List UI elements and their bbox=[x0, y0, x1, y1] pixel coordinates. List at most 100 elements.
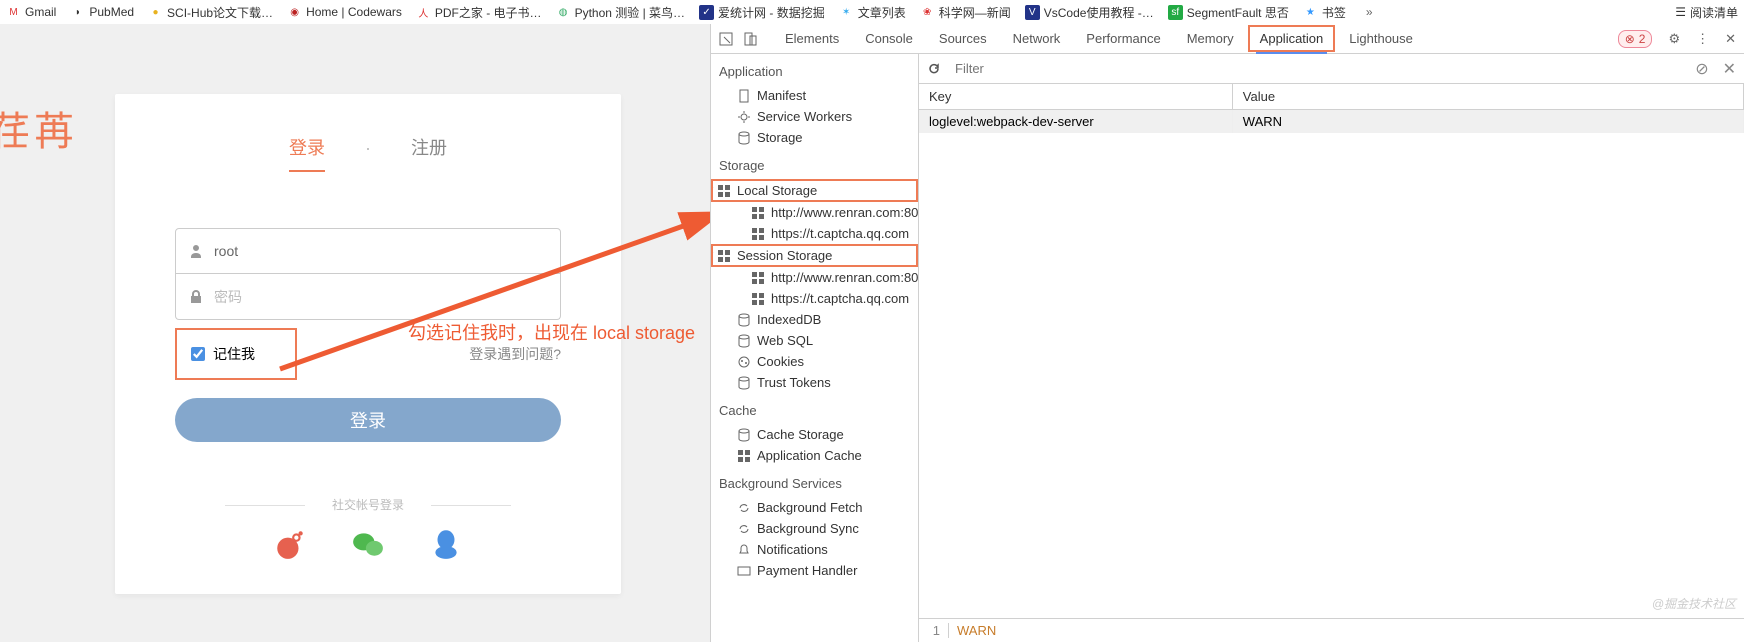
devtools-tab-performance[interactable]: Performance bbox=[1074, 25, 1172, 52]
brand-text: 荏苒 bbox=[0, 99, 78, 157]
list-icon: ☰ bbox=[1675, 5, 1686, 19]
bookmark-bar: MGmail ◗PubMed ●SCI-Hub论文下载… ◉Home | Cod… bbox=[0, 0, 1744, 24]
storage-table: Key Value loglevel:webpack-dev-server WA… bbox=[919, 84, 1744, 133]
bookmark-item[interactable]: ●SCI-Hub论文下载… bbox=[148, 4, 273, 21]
clear-icon[interactable]: ⊘ bbox=[1695, 59, 1708, 79]
document-icon bbox=[737, 89, 751, 103]
sync-icon bbox=[737, 501, 751, 515]
devtools-tab-elements[interactable]: Elements bbox=[773, 25, 851, 52]
remember-label: 记住我 bbox=[213, 344, 255, 364]
sidebar-cookies[interactable]: Cookies bbox=[711, 351, 918, 372]
bell-icon bbox=[737, 543, 751, 557]
bookmark-item[interactable]: ★书签 bbox=[1303, 4, 1346, 21]
sidebar-bg-fetch[interactable]: Background Fetch bbox=[711, 497, 918, 518]
wechat-icon[interactable] bbox=[351, 527, 385, 561]
username-input[interactable]: root bbox=[175, 228, 561, 274]
delete-icon[interactable]: ✕ bbox=[1723, 59, 1736, 79]
bookmark-item[interactable]: ◍Python 测验 | 菜鸟… bbox=[556, 4, 685, 21]
remember-me-checkbox[interactable]: 记住我 bbox=[175, 328, 297, 380]
qq-icon[interactable] bbox=[429, 527, 463, 561]
login-button[interactable]: 登录 bbox=[175, 398, 561, 442]
detail-value: WARN bbox=[949, 623, 996, 638]
bookmark-item[interactable]: ◉Home | Codewars bbox=[287, 5, 402, 20]
reading-list-button[interactable]: ☰阅读清单 bbox=[1675, 4, 1738, 21]
cell-value: WARN bbox=[1232, 110, 1743, 134]
gear-icon bbox=[737, 110, 751, 124]
grid-icon bbox=[751, 292, 765, 306]
auth-tabs: 登录 · 注册 bbox=[165, 134, 571, 172]
filter-input[interactable] bbox=[951, 57, 1685, 80]
section-storage: Storage bbox=[711, 148, 918, 179]
storage-detail: 1 WARN bbox=[919, 618, 1744, 642]
sidebar-service-workers[interactable]: Service Workers bbox=[711, 106, 918, 127]
section-bg-services: Background Services bbox=[711, 466, 918, 497]
more-icon[interactable]: ⋮ bbox=[1696, 31, 1709, 47]
username-value: root bbox=[214, 243, 238, 259]
remember-checkbox-input[interactable] bbox=[191, 347, 205, 361]
bookmark-item[interactable]: ✶文章列表 bbox=[839, 4, 906, 21]
sidebar-indexeddb[interactable]: IndexedDB bbox=[711, 309, 918, 330]
error-count-badge[interactable]: ⊗2 bbox=[1618, 30, 1653, 48]
sidebar-payment-handler[interactable]: Payment Handler bbox=[711, 560, 918, 581]
card-icon bbox=[737, 564, 751, 578]
close-icon[interactable]: ✕ bbox=[1725, 31, 1736, 47]
social-label: 社交帐号登录 bbox=[165, 496, 571, 513]
sidebar-app-cache[interactable]: Application Cache bbox=[711, 445, 918, 466]
weibo-icon[interactable] bbox=[273, 527, 307, 561]
devtools-tab-network[interactable]: Network bbox=[1001, 25, 1073, 52]
inspect-icon[interactable] bbox=[719, 32, 733, 46]
sidebar-trust-tokens[interactable]: Trust Tokens bbox=[711, 372, 918, 393]
user-icon bbox=[188, 243, 204, 259]
watermark: @掘金技术社区 bbox=[1652, 595, 1736, 612]
grid-icon bbox=[737, 449, 751, 463]
sidebar-local-storage-origin[interactable]: http://www.renran.com:808 bbox=[711, 202, 918, 223]
social-icons bbox=[165, 527, 571, 561]
bookmark-item[interactable]: VVsCode使用教程 -… bbox=[1025, 4, 1154, 21]
sidebar-local-storage-origin[interactable]: https://t.captcha.qq.com bbox=[711, 223, 918, 244]
sidebar-session-storage-origin[interactable]: https://t.captcha.qq.com bbox=[711, 288, 918, 309]
sidebar-notifications[interactable]: Notifications bbox=[711, 539, 918, 560]
bookmark-item[interactable]: sfSegmentFault 思否 bbox=[1168, 4, 1289, 21]
bookmark-overflow[interactable]: » bbox=[1366, 5, 1373, 19]
database-icon bbox=[737, 131, 751, 145]
sidebar-storage[interactable]: Storage bbox=[711, 127, 918, 148]
sync-icon bbox=[737, 522, 751, 536]
devtools-tab-application[interactable]: Application bbox=[1248, 25, 1336, 52]
bookmark-item[interactable]: ✓爱统计网 - 数据挖掘 bbox=[699, 4, 825, 21]
login-problem-link[interactable]: 登录遇到问题? bbox=[469, 344, 561, 364]
bookmark-item[interactable]: ◗PubMed bbox=[70, 5, 134, 20]
grid-icon bbox=[751, 271, 765, 285]
annotation-text: 勾选记住我时，出现在 local storage bbox=[408, 319, 695, 345]
table-row[interactable]: loglevel:webpack-dev-server WARN bbox=[919, 110, 1744, 134]
devtools-tab-lighthouse[interactable]: Lighthouse bbox=[1337, 25, 1425, 52]
sidebar-session-storage[interactable]: ▼Session Storage bbox=[711, 244, 918, 267]
grid-icon bbox=[751, 206, 765, 220]
sidebar-local-storage[interactable]: ▼Local Storage bbox=[711, 179, 918, 202]
device-toggle-icon[interactable] bbox=[743, 32, 757, 46]
devtools-tab-sources[interactable]: Sources bbox=[927, 25, 999, 52]
sidebar-manifest[interactable]: Manifest bbox=[711, 85, 918, 106]
tab-register[interactable]: 注册 bbox=[411, 134, 447, 172]
devtools-tab-memory[interactable]: Memory bbox=[1175, 25, 1246, 52]
settings-icon[interactable]: ⚙ bbox=[1668, 31, 1680, 47]
password-input[interactable]: 密码 bbox=[175, 274, 561, 320]
database-icon bbox=[737, 313, 751, 327]
sidebar-session-storage-origin[interactable]: http://www.renran.com:808 bbox=[711, 267, 918, 288]
section-application: Application bbox=[711, 54, 918, 85]
bookmark-item[interactable]: 人PDF之家 - 电子书… bbox=[416, 4, 542, 21]
tab-login[interactable]: 登录 bbox=[289, 134, 325, 172]
col-value[interactable]: Value bbox=[1232, 84, 1743, 110]
bookmark-item[interactable]: MGmail bbox=[6, 5, 56, 20]
bookmark-item[interactable]: ❀科学网—新闻 bbox=[920, 4, 1011, 21]
devtools-tab-console[interactable]: Console bbox=[853, 25, 925, 52]
grid-icon bbox=[717, 249, 731, 263]
database-icon bbox=[737, 376, 751, 390]
sidebar-bg-sync[interactable]: Background Sync bbox=[711, 518, 918, 539]
devtools-tab-bar: Elements Console Sources Network Perform… bbox=[711, 24, 1744, 54]
sidebar-cache-storage[interactable]: Cache Storage bbox=[711, 424, 918, 445]
grid-icon bbox=[717, 184, 731, 198]
refresh-icon[interactable] bbox=[927, 62, 941, 76]
devtools-panel: Elements Console Sources Network Perform… bbox=[710, 24, 1744, 642]
col-key[interactable]: Key bbox=[919, 84, 1232, 110]
sidebar-websql[interactable]: Web SQL bbox=[711, 330, 918, 351]
